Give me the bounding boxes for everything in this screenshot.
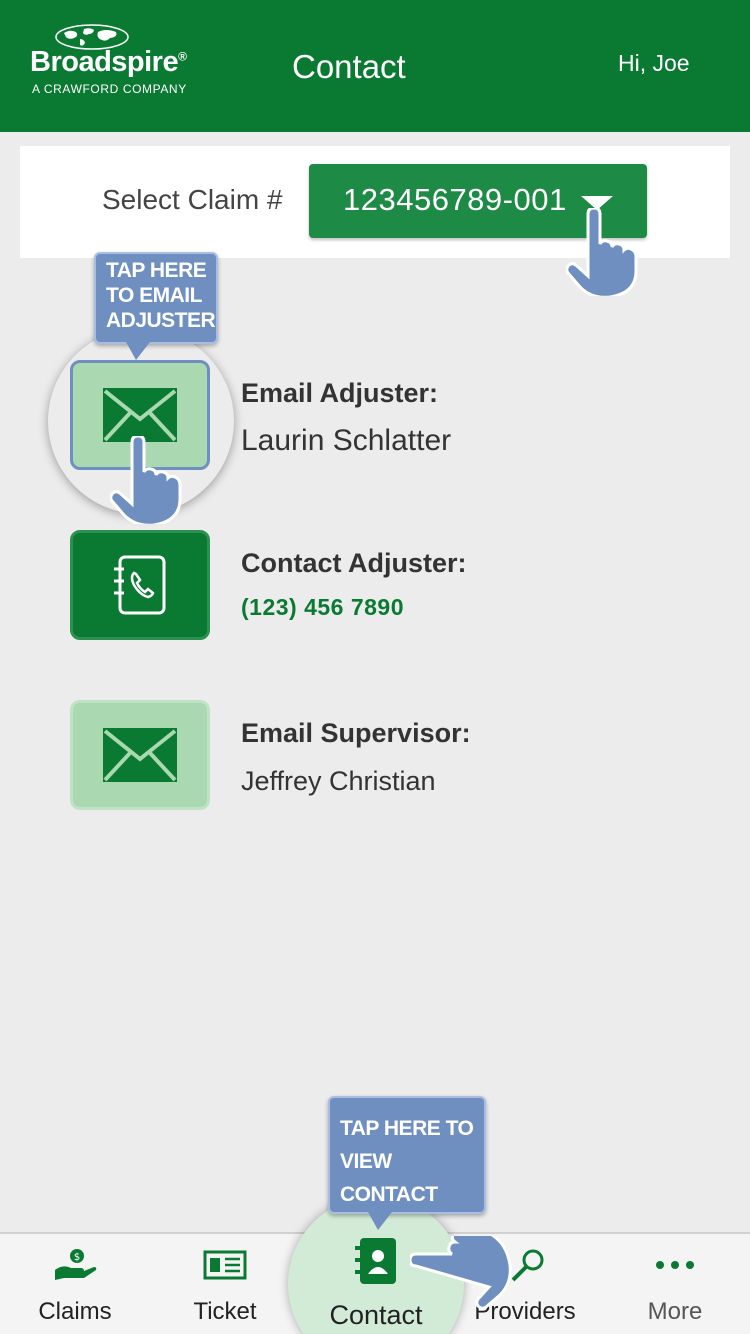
tooltip-pointer [368,1212,392,1230]
page-title: Contact [292,48,406,85]
logo-tagline: A CRAWFORD COMPANY [32,82,187,96]
contact-adjuster-button[interactable] [70,530,210,640]
contact-tooltip-text: TAP HERE TO VIEW CONTACT [340,1117,474,1206]
pointing-hand-icon [566,208,638,296]
view-contact-tooltip: TAP HERE TO VIEW CONTACT [328,1096,486,1214]
supervisor-name[interactable]: Jeffrey Christian [241,766,436,797]
svg-text:$: $ [74,1252,80,1263]
phone-book-icon [114,555,166,615]
email-adjuster-tooltip: TAP HERE TO EMAIL ADJUSTER [94,252,218,344]
tab-label: Ticket [193,1298,257,1325]
claim-label: Select Claim # [102,184,283,215]
pointing-hand-icon [110,436,182,524]
app-header: Broadspire® A CRAWFORD COMPANY Contact H… [0,0,750,132]
tab-label: Claims [38,1298,112,1325]
mail-icon [103,728,177,782]
contact-adjuster-label: Contact Adjuster: [241,548,467,578]
email-supervisor-button[interactable] [70,700,210,810]
claim-selected-value: 123456789-001 [343,182,567,217]
logo-registered: ® [178,49,187,64]
adjuster-phone-link[interactable]: (123) 456 7890 [241,594,404,621]
tooltip-pointer [126,342,150,360]
tab-more[interactable]: More [600,1234,750,1334]
more-dots-icon [656,1261,694,1269]
tab-ticket[interactable]: Ticket [150,1234,300,1334]
user-greeting[interactable]: Hi, Joe [618,50,690,77]
tab-label: More [647,1298,703,1325]
adjuster-name[interactable]: Laurin Schlatter [241,424,451,458]
ticket-icon [203,1250,247,1280]
email-adjuster-label: Email Adjuster: [241,378,439,408]
email-tooltip-text: TAP HERE TO EMAIL ADJUSTER [106,259,216,332]
tab-claims[interactable]: $ Claims [0,1234,150,1334]
pointing-hand-icon [410,1236,512,1310]
hand-coin-icon: $ [55,1249,97,1280]
contact-book-icon [355,1238,396,1284]
email-supervisor-label: Email Supervisor: [241,718,471,748]
mail-icon [103,388,177,442]
broadspire-logo: Broadspire® A CRAWFORD COMPANY [30,22,200,102]
logo-name: Broadspire [30,46,179,78]
